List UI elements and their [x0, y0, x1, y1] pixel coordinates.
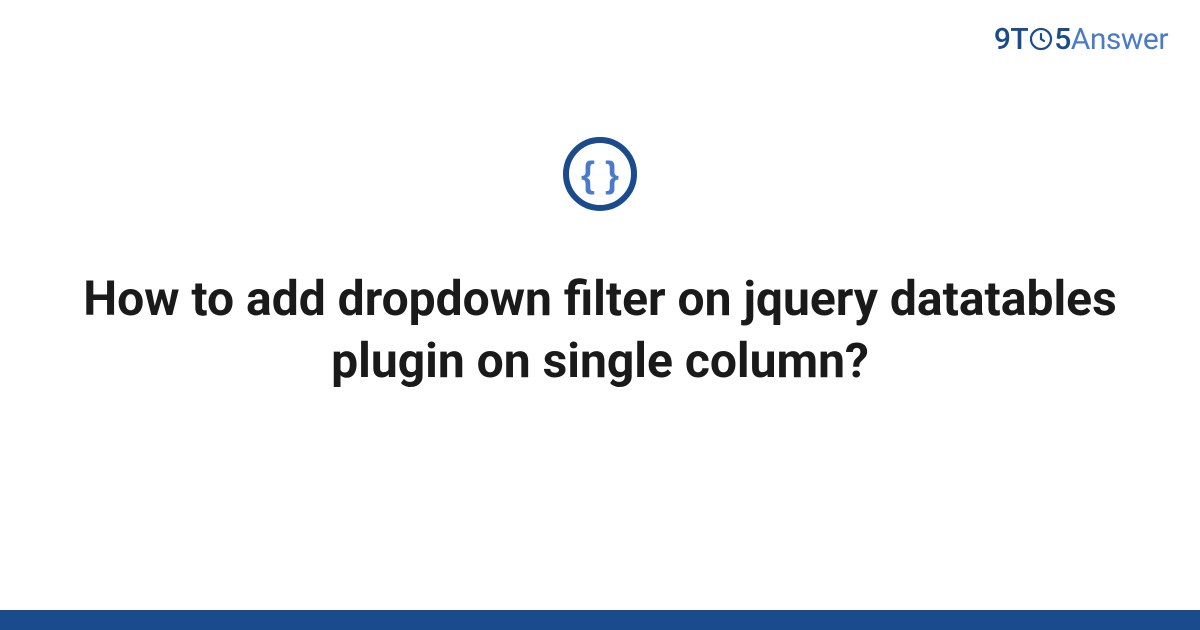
- svg-text:{ }: { }: [581, 154, 619, 195]
- site-logo: 9 T 5 Answer: [994, 22, 1168, 57]
- logo-t: T: [1010, 22, 1028, 57]
- braces-icon: { }: [561, 135, 639, 213]
- clock-icon: [1029, 27, 1053, 51]
- page-title: How to add dropdown filter on jquery dat…: [0, 268, 1200, 393]
- bottom-accent-bar: [0, 610, 1200, 630]
- logo-five: 5: [1054, 22, 1071, 57]
- logo-answer: Answer: [1071, 22, 1168, 57]
- logo-nine: 9: [994, 22, 1011, 57]
